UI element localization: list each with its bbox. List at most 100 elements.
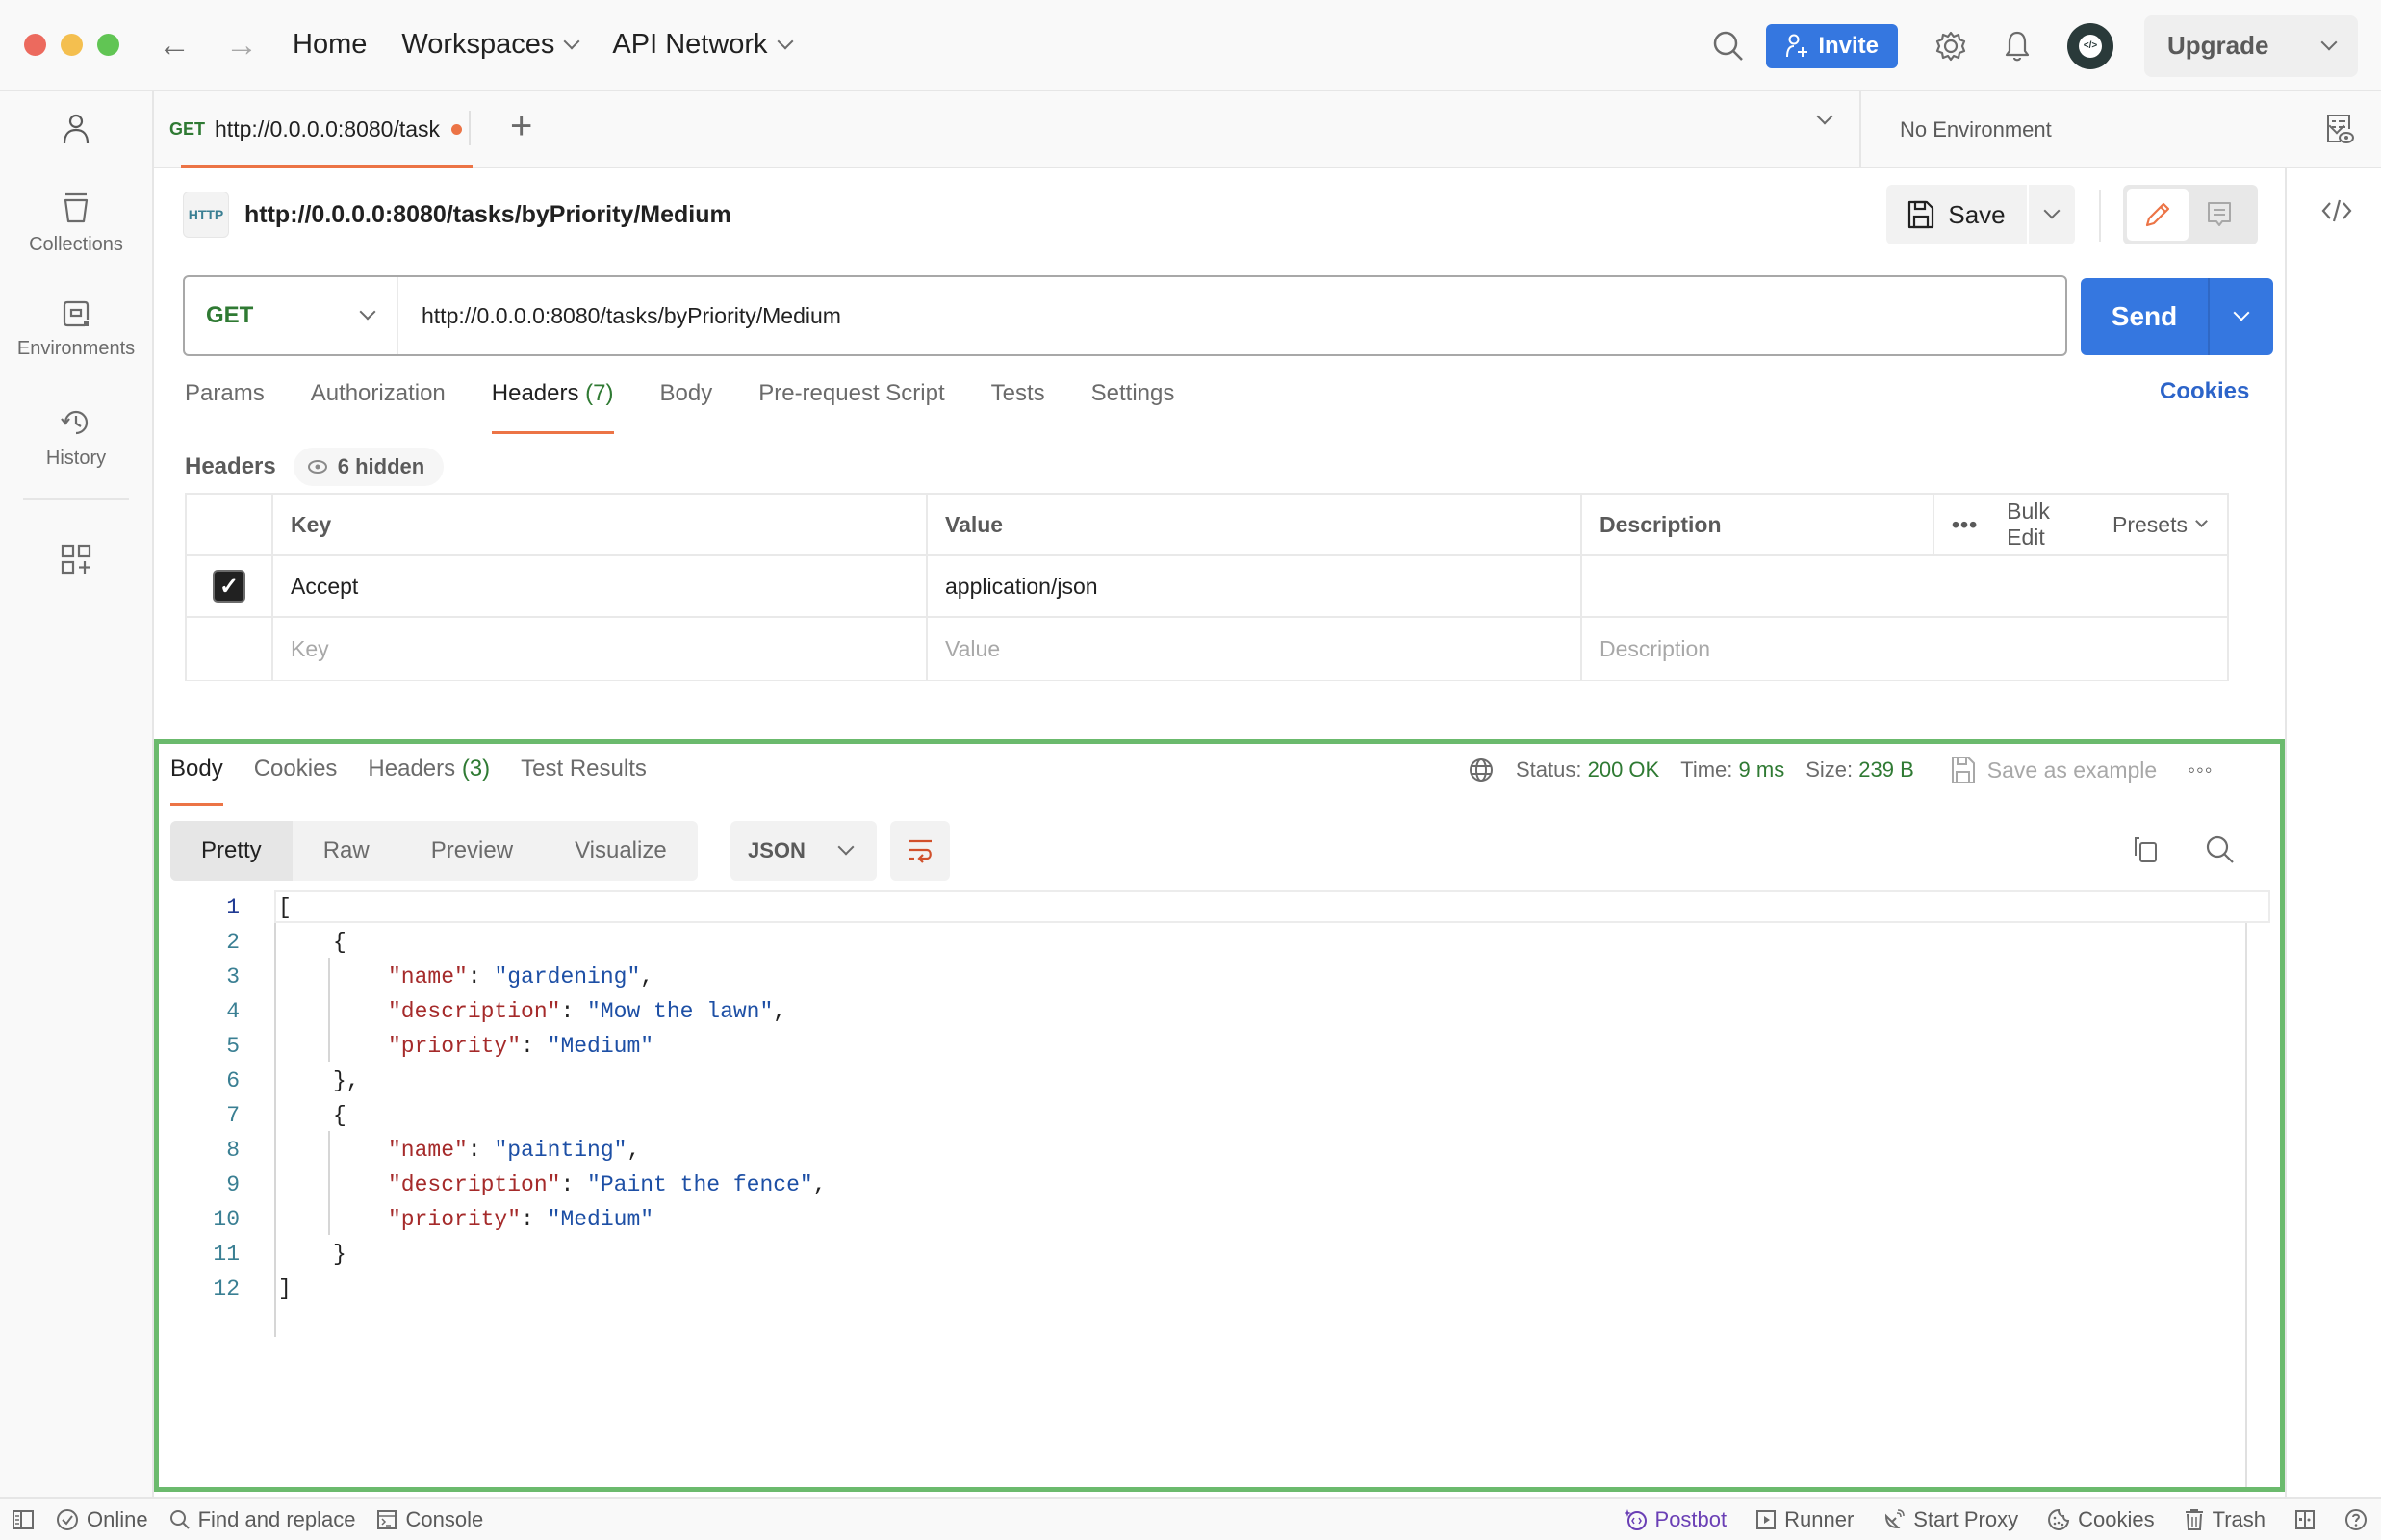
sidebar-item-account[interactable]: [0, 113, 152, 145]
hidden-headers-toggle[interactable]: 6 hidden: [293, 448, 445, 486]
response-tab-body[interactable]: Body: [170, 756, 223, 806]
view-raw[interactable]: Raw: [293, 821, 400, 881]
close-window-button[interactable]: [24, 34, 46, 56]
code-text: ]: [278, 1276, 292, 1301]
wrap-lines-button[interactable]: [890, 821, 950, 881]
copy-icon[interactable]: [2132, 834, 2161, 863]
tab-authorization[interactable]: Authorization: [311, 378, 446, 438]
search-icon[interactable]: [2205, 834, 2236, 865]
tab-pre-request-script[interactable]: Pre-request Script: [758, 378, 944, 438]
json-punctuation: ,: [812, 1172, 827, 1197]
api-network-menu[interactable]: API Network: [612, 29, 794, 61]
new-tab-icon[interactable]: +: [510, 105, 532, 148]
forward-arrow-icon[interactable]: →: [225, 29, 258, 62]
bulk-edit-button[interactable]: Bulk Edit: [2007, 499, 2084, 551]
maximize-window-button[interactable]: [97, 34, 119, 56]
status-readout[interactable]: Status: 200 OK: [1516, 757, 1659, 783]
trash-button[interactable]: Trash: [2184, 1507, 2266, 1532]
avatar[interactable]: </>: [2067, 22, 2113, 69]
header-key-cell[interactable]: Accept: [273, 556, 928, 616]
request-name[interactable]: http://0.0.0.0:8080/tasks/byPriority/Med…: [244, 201, 731, 229]
code-text: "name": "gardening",: [388, 964, 653, 989]
home-link[interactable]: Home: [293, 29, 367, 61]
active-line-highlight: [274, 890, 2270, 923]
online-status[interactable]: Online: [56, 1507, 148, 1532]
cookies-link[interactable]: Cookies: [2160, 378, 2249, 405]
help-icon[interactable]: [2344, 1508, 2368, 1531]
environment-quick-look-icon[interactable]: [2325, 113, 2354, 145]
environment-select[interactable]: No Environment: [1900, 91, 2381, 168]
sidebar-item-history[interactable]: History: [0, 407, 152, 470]
home-label: Home: [293, 29, 368, 60]
tabs-overflow-chevron-icon[interactable]: [1816, 108, 1833, 125]
tab-headers[interactable]: Headers (7): [491, 378, 614, 438]
send-options-button[interactable]: [2210, 278, 2273, 355]
chevron-down-icon: [2043, 202, 2061, 219]
header-enabled-checkbox[interactable]: ✓: [213, 570, 245, 603]
json-value: "gardening": [494, 964, 641, 989]
bell-icon[interactable]: [2004, 30, 2031, 63]
tab-divider: [469, 111, 471, 145]
editor-scrollbar[interactable]: [2245, 923, 2247, 1487]
tab-body[interactable]: Body: [660, 378, 713, 438]
console-button[interactable]: Console: [376, 1507, 483, 1532]
response-tab-test-results[interactable]: Test Results: [521, 756, 647, 804]
view-visualize[interactable]: Visualize: [544, 821, 698, 881]
find-replace-button[interactable]: Find and replace: [169, 1507, 355, 1532]
new-description-input[interactable]: Description: [1582, 618, 2227, 680]
workspaces-menu[interactable]: Workspaces: [401, 29, 580, 61]
more-options-icon[interactable]: •••: [1952, 512, 1978, 538]
eye-icon: [307, 460, 327, 474]
view-preview[interactable]: Preview: [400, 821, 544, 881]
runner-button[interactable]: Runner: [1755, 1507, 1854, 1532]
user-icon: [63, 114, 90, 144]
more-options-icon[interactable]: ◦◦◦: [2188, 757, 2213, 783]
minimize-window-button[interactable]: [61, 34, 83, 56]
code-text: {: [333, 1103, 346, 1128]
url-input[interactable]: [398, 277, 2065, 354]
cookies-button[interactable]: Cookies: [2047, 1507, 2155, 1532]
postbot-button[interactable]: Postbot: [1624, 1506, 1728, 1532]
response-body-editor[interactable]: 1[2{3 "name": "gardening", 4 "description":…: [159, 888, 2280, 1487]
tab-settings[interactable]: Settings: [1091, 378, 1175, 438]
header-description-cell[interactable]: [1582, 556, 2227, 616]
save-as-example-button[interactable]: Save as example: [1951, 756, 2157, 784]
format-select[interactable]: JSON: [730, 821, 877, 881]
sidebar-item-environments[interactable]: Environments: [0, 299, 152, 360]
save-button[interactable]: Save: [1886, 185, 2027, 244]
two-pane-view-icon[interactable]: [2294, 1509, 2316, 1530]
edit-mode-button[interactable]: [2127, 189, 2189, 241]
save-options-button[interactable]: [2029, 185, 2075, 244]
toggle-sidebar-icon[interactable]: [12, 1509, 35, 1530]
response-tab-cookies[interactable]: Cookies: [254, 756, 338, 804]
invite-button[interactable]: Invite: [1766, 23, 1898, 68]
comments-mode-button[interactable]: [2189, 189, 2250, 241]
response-tab-headers[interactable]: Headers (3): [368, 756, 490, 804]
hidden-count: 6 hidden: [337, 454, 425, 478]
tab-tests[interactable]: Tests: [991, 378, 1045, 438]
gear-icon[interactable]: [1934, 30, 1967, 63]
size-readout[interactable]: Size: 239 B: [1805, 757, 1914, 783]
search-icon[interactable]: [1712, 30, 1745, 63]
postbot-label: Postbot: [1654, 1506, 1728, 1531]
globe-icon[interactable]: [1468, 757, 1495, 783]
tab-params[interactable]: Params: [185, 378, 265, 438]
send-button[interactable]: Send: [2081, 278, 2210, 355]
back-arrow-icon[interactable]: ←: [158, 29, 191, 62]
method-select[interactable]: GET: [185, 277, 398, 354]
tab-label: Pre-request Script: [758, 380, 945, 406]
code-text: "priority": "Medium": [388, 1207, 653, 1232]
sidebar-item-add-widgets[interactable]: [0, 544, 152, 575]
request-tab[interactable]: GET http://0.0.0.0:8080/task: [169, 91, 475, 168]
header-value-cell[interactable]: application/json: [928, 556, 1582, 616]
sidebar-item-collections[interactable]: Collections: [0, 192, 152, 256]
time-readout[interactable]: Time: 9 ms: [1680, 757, 1784, 783]
upgrade-button[interactable]: Upgrade: [2144, 14, 2358, 77]
presets-menu[interactable]: Presets: [2112, 512, 2208, 538]
new-key-input[interactable]: Key: [273, 618, 928, 680]
response-panel: Body Cookies Headers (3) Test Results St…: [154, 739, 2285, 1492]
new-value-input[interactable]: Value: [928, 618, 1582, 680]
start-proxy-button[interactable]: Start Proxy: [1882, 1507, 2018, 1532]
code-snippet-icon[interactable]: [2321, 197, 2352, 224]
view-pretty[interactable]: Pretty: [170, 821, 293, 881]
